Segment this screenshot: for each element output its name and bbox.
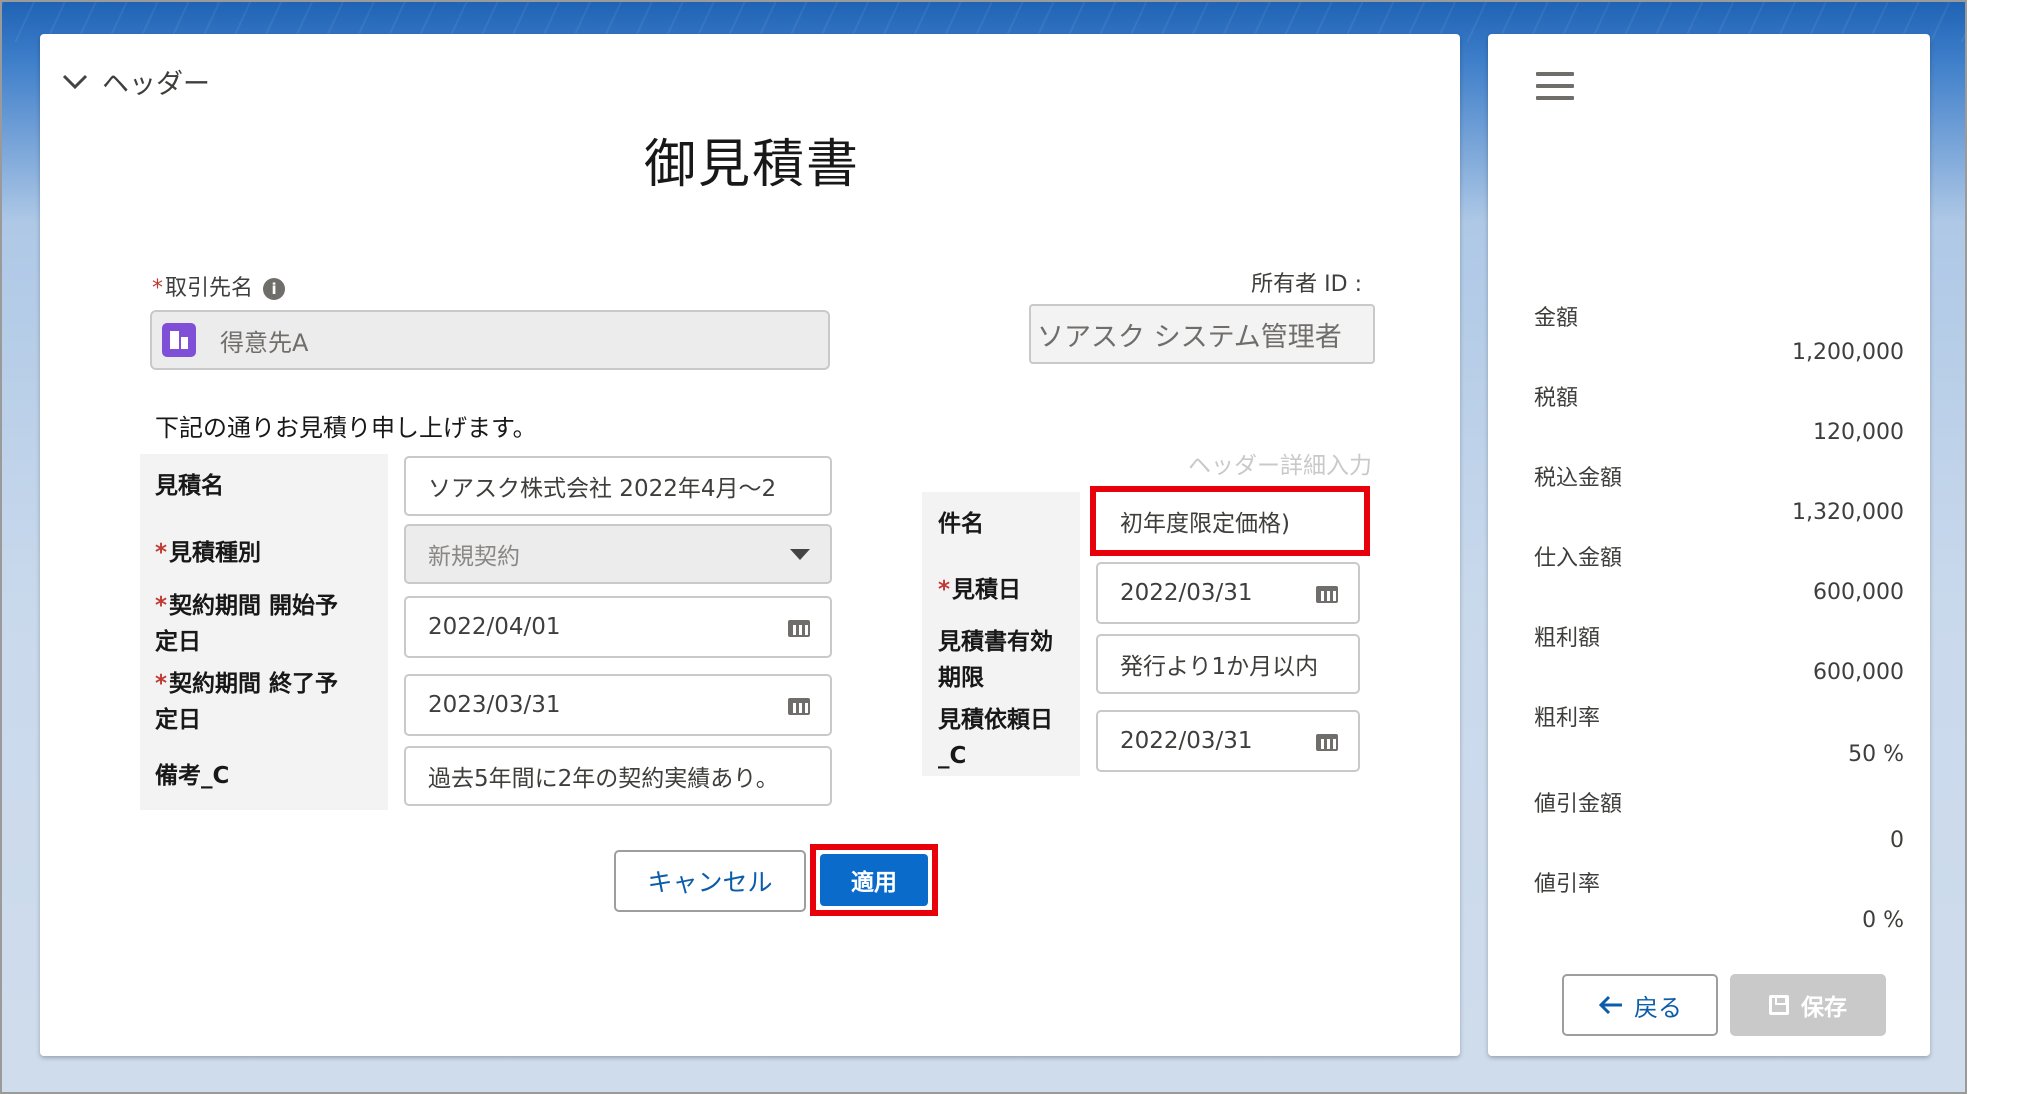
header-section-toggle[interactable]: ヘッダー (62, 62, 210, 101)
hamburger-menu-icon[interactable] (1536, 72, 1574, 102)
subject-label: 件名 (938, 511, 984, 537)
account-lookup-field[interactable]: 得意先A (150, 310, 830, 370)
apply-button[interactable]: 適用 (820, 854, 928, 906)
quote-type-label: *見積種別 (155, 540, 262, 566)
header-detail-label: ヘッダー詳細入力 (1188, 453, 1372, 479)
summary-value: 600,000 (1813, 660, 1904, 685)
chevron-down-icon (62, 74, 88, 89)
quote-name-label: 見積名 (155, 473, 224, 499)
remarks-input[interactable]: 過去5年間に2年の契約実績あり。 (404, 746, 832, 806)
request-date-label: 見積依頼日 _C (938, 707, 1053, 769)
summary-label: 値引率 (1534, 872, 1601, 897)
request-date-input[interactable]: 2022/03/31 (1096, 710, 1360, 772)
quote-date-label: *見積日 (938, 577, 1022, 603)
summary-value: 600,000 (1813, 580, 1904, 605)
start-date-input[interactable]: 2022/04/01 (404, 596, 832, 658)
account-label: *取引先名 i (152, 270, 286, 302)
calendar-icon[interactable] (788, 617, 810, 637)
summary-label: 粗利額 (1534, 626, 1601, 651)
back-button[interactable]: 戻る (1562, 974, 1718, 1036)
validity-label: 見積書有効 期限 (938, 629, 1053, 691)
summary-label: 粗利率 (1534, 706, 1601, 731)
account-icon (162, 323, 196, 357)
quote-date-input[interactable]: 2022/03/31 (1096, 562, 1360, 624)
summary-value: 0 % (1862, 908, 1904, 933)
quote-name-input[interactable]: ソアスク株式会社 2022年4月～2 (404, 456, 832, 516)
back-button-label: 戻る (1634, 993, 1682, 1022)
summary-label: 金額 (1534, 306, 1579, 331)
summary-label: 税込金額 (1534, 466, 1623, 491)
save-button-label: 保存 (1801, 995, 1847, 1021)
summary-value: 50 % (1848, 742, 1904, 767)
app-background: ヘッダー 御見積書 *取引先名 i 得意先A 所有者 ID : ソアスク システム… (0, 0, 1967, 1094)
start-date-label: *契約期間 開始予 定日 (155, 593, 339, 655)
calendar-icon[interactable] (1316, 731, 1338, 751)
remarks-label: 備考_C (155, 763, 230, 789)
intro-text: 下記の通りお見積り申し上げます。 (155, 414, 537, 442)
account-lookup-value: 得意先A (220, 328, 309, 357)
end-date-label: *契約期間 終了予 定日 (155, 671, 339, 733)
summary-label: 税額 (1534, 386, 1579, 411)
summary-value: 1,200,000 (1792, 340, 1904, 365)
validity-input[interactable]: 発行より1か月以内 (1096, 634, 1360, 694)
subject-input[interactable]: 初年度限定価格) (1098, 494, 1362, 548)
info-icon[interactable]: i (263, 278, 286, 300)
summary-value: 0 (1890, 828, 1904, 853)
arrow-left-icon (1598, 995, 1622, 1015)
summary-label: 値引金額 (1534, 792, 1623, 817)
header-section-label: ヘッダー (102, 69, 210, 100)
summary-value: 120,000 (1813, 420, 1904, 445)
save-icon (1769, 995, 1789, 1015)
summary-value: 1,320,000 (1792, 500, 1904, 525)
dropdown-caret-icon (790, 549, 810, 560)
owner-field: ソアスク システム管理者 (1029, 304, 1375, 364)
owner-label: 所有者 ID : (1251, 272, 1362, 297)
summary-label: 仕入金額 (1534, 546, 1623, 571)
cancel-button[interactable]: キャンセル (614, 850, 806, 912)
save-button: 保存 (1730, 974, 1886, 1036)
end-date-input[interactable]: 2023/03/31 (404, 674, 832, 736)
calendar-icon[interactable] (1316, 583, 1338, 603)
page-title: 御見積書 (643, 135, 860, 195)
calendar-icon[interactable] (788, 695, 810, 715)
quote-type-select[interactable]: 新規契約 (404, 524, 832, 584)
